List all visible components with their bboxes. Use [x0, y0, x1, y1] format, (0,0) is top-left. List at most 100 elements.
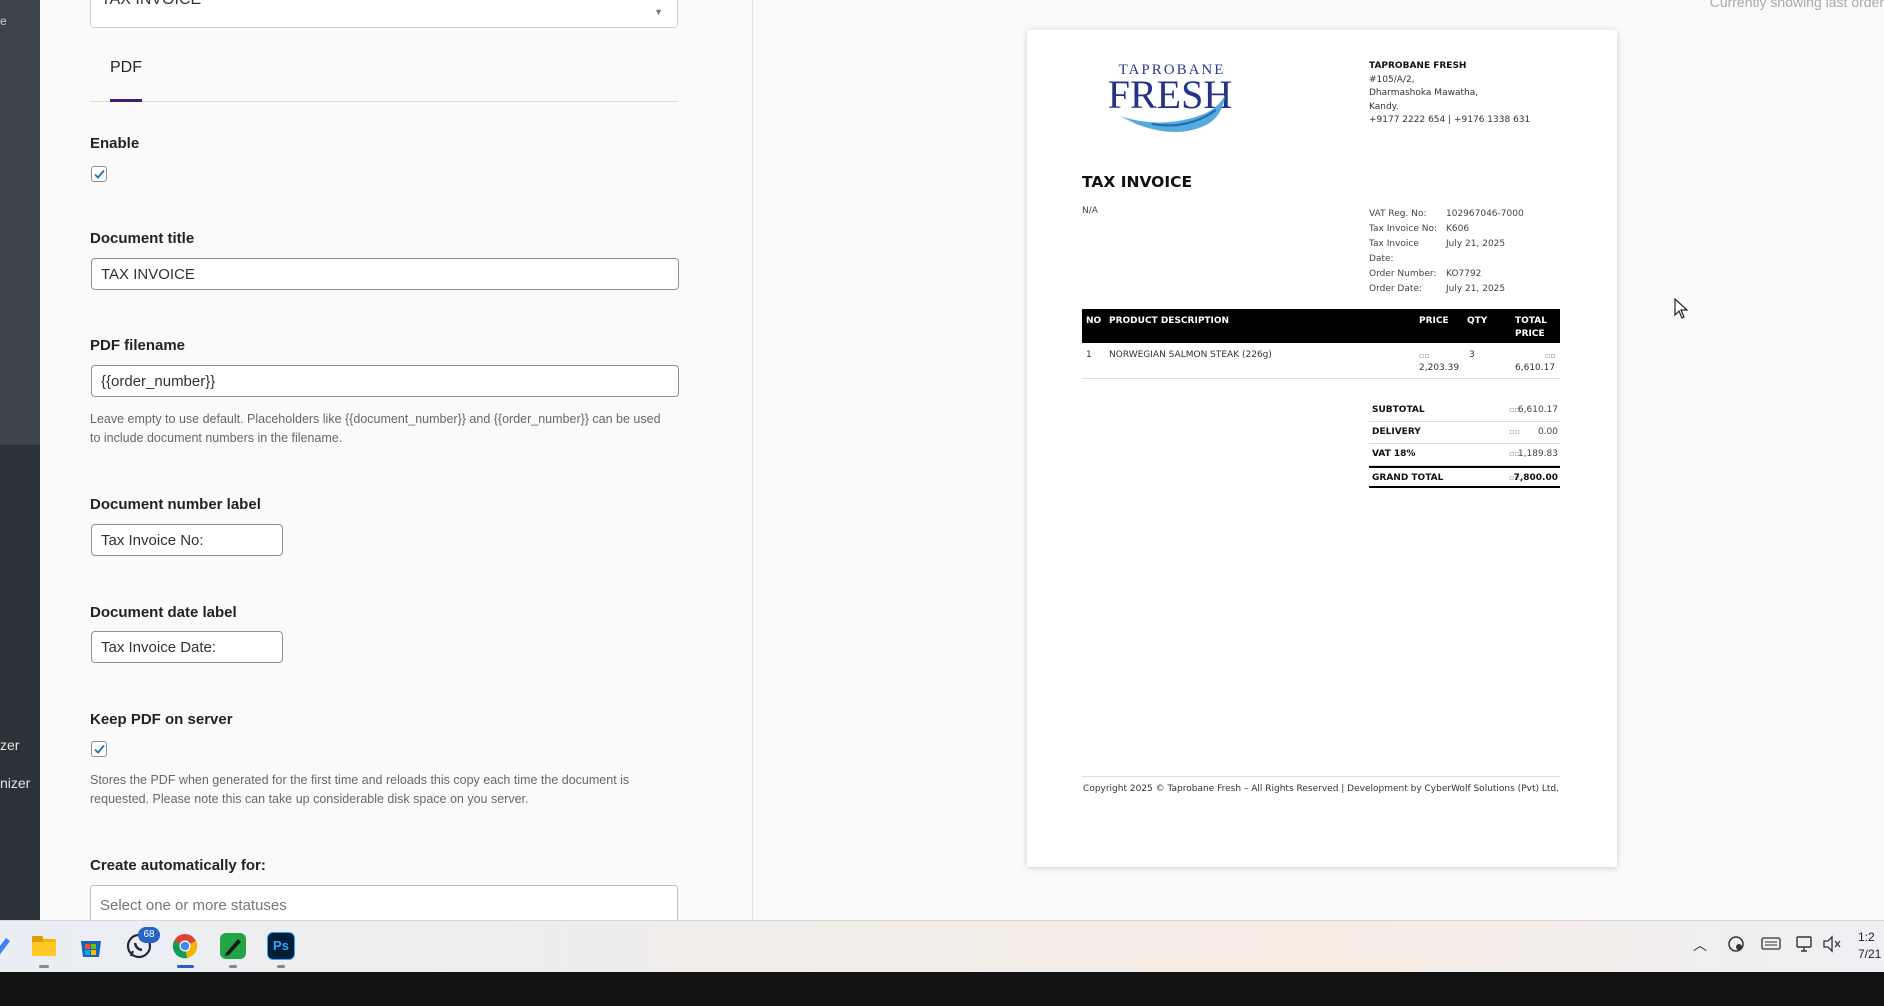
- sidebar-top-item[interactable]: e: [0, 14, 7, 28]
- pdf-filename-label: PDF filename: [90, 337, 186, 354]
- keep-pdf-label: Keep PDF on server: [90, 711, 233, 728]
- item-total-currency: ▫▫: [1545, 351, 1556, 360]
- microsoft-store-icon[interactable]: [77, 932, 105, 960]
- tab-pdf[interactable]: PDF: [110, 56, 142, 102]
- sidebar-upper-block: [0, 0, 40, 445]
- meta-row: Order Date: July 21, 2025: [1369, 282, 1524, 297]
- meta-row: Order Number: KO7792: [1369, 267, 1524, 282]
- totals-value: 1,189.83: [1517, 449, 1558, 459]
- photoshop-icon[interactable]: Ps: [267, 932, 295, 960]
- meta-key: VAT Reg. No:: [1369, 209, 1427, 219]
- address-line: #105/A/2,: [1369, 74, 1415, 85]
- invoice-title: TAX INVOICE: [1082, 173, 1193, 191]
- meta-key: Order Date:: [1369, 284, 1422, 294]
- footer-divider: [1082, 776, 1560, 777]
- running-indicator: [277, 965, 285, 968]
- invoice-page: TAPROBANE FRESH TAPROBANE FRESH #105/A/2…: [1027, 30, 1617, 867]
- document-date-label-input[interactable]: [91, 631, 283, 663]
- totals-key: SUBTOTAL: [1372, 405, 1425, 415]
- running-indicator: [39, 965, 49, 968]
- screen: e zer nizer TAX INVOICE ▼ PDF Enable Doc…: [0, 0, 1884, 1006]
- sidebar-item-image-optimizer[interactable]: nizer: [0, 775, 30, 791]
- taskbar: 68 Ps ︿ 1:2 7/21: [0, 920, 1884, 972]
- system-clock[interactable]: 1:2 7/21: [1858, 929, 1884, 963]
- totals-row-grand: GRAND TOTAL ▫▫ 7,800.00: [1369, 466, 1560, 488]
- document-title-label: Document title: [90, 230, 195, 247]
- active-window-indicator: [177, 965, 194, 968]
- pen-icon[interactable]: [0, 932, 12, 960]
- running-indicator: [229, 965, 237, 968]
- pencil-app-icon[interactable]: [219, 932, 247, 960]
- totals-value: 6,610.17: [1517, 405, 1558, 415]
- enable-label: Enable: [90, 135, 140, 152]
- meta-value: July 21, 2025: [1446, 284, 1506, 294]
- mouse-cursor-icon: [1674, 298, 1689, 319]
- checkmark-icon: [94, 744, 105, 754]
- pdf-filename-help-line-2: to include document numbers in the filen…: [90, 431, 343, 445]
- keep-pdf-help: Stores the PDF when generated for the fi…: [90, 771, 680, 809]
- meta-value: KO7792: [1446, 269, 1482, 279]
- status-multiselect[interactable]: Select one or more statuses: [90, 885, 678, 920]
- clock-date: 7/21: [1858, 947, 1882, 961]
- totals-row: DELIVERY ▫▫ 0.00: [1369, 422, 1560, 444]
- company-name: TAPROBANE FRESH: [1369, 61, 1467, 71]
- address-line: Kandy.: [1369, 101, 1399, 112]
- file-explorer-icon[interactable]: [30, 932, 58, 960]
- keep-pdf-help-line-2: requested. Please note this can take up …: [90, 792, 529, 806]
- admin-sidebar: e zer nizer: [0, 0, 40, 920]
- document-title-input[interactable]: [91, 258, 679, 290]
- totals-value: 0.00: [1537, 427, 1558, 437]
- keyboard-icon[interactable]: [1761, 935, 1781, 951]
- currency-glyph: ▫▫: [1509, 427, 1520, 436]
- address-line: +9177 2222 654 | +9176 1338 631: [1369, 115, 1531, 125]
- settings-tabs: PDF: [90, 56, 678, 102]
- meta-key: Tax Invoice No:: [1369, 224, 1438, 234]
- table-row: 1 NORWEGIAN SALMON STEAK (226g) ▫▫ 2,203…: [1082, 343, 1560, 379]
- meta-row: Tax Invoice No: K606: [1369, 222, 1524, 237]
- network-icon[interactable]: [1795, 935, 1815, 953]
- invoice-preview-area: Currently showing last order TAPROBANE F…: [754, 0, 1884, 920]
- header-qty: QTY: [1467, 316, 1488, 326]
- screen-bezel: [0, 972, 1884, 1006]
- item-description: NORWEGIAN SALMON STEAK (226g): [1109, 350, 1272, 360]
- pdf-filename-input[interactable]: [91, 365, 679, 397]
- table-header: NO PRODUCT DESCRIPTION PRICE QTY TOTAL P…: [1082, 309, 1560, 343]
- chrome-icon[interactable]: [171, 932, 199, 960]
- meta-value: July 21, 2025: [1446, 239, 1506, 249]
- meta-key: Tax Invoice Date:: [1369, 239, 1419, 264]
- item-no: 1: [1086, 350, 1092, 360]
- totals-row: SUBTOTAL ▫▫ 6,610.17: [1369, 400, 1560, 422]
- item-price-currency: ▫▫: [1419, 351, 1430, 360]
- document-date-label-heading: Document date label: [90, 604, 237, 621]
- totals-row: VAT 18% ▫▫ 1,189.83: [1369, 444, 1560, 466]
- totals-key: VAT 18%: [1372, 449, 1416, 459]
- chevron-down-icon: ▼: [654, 7, 663, 17]
- show-hidden-icons-chevron-icon[interactable]: ︿: [1693, 935, 1707, 955]
- document-number-label-heading: Document number label: [90, 496, 261, 513]
- settings-panel: TAX INVOICE ▼ PDF Enable Document title …: [40, 0, 753, 920]
- volume-muted-icon[interactable]: [1822, 935, 1842, 953]
- items-table: NO PRODUCT DESCRIPTION PRICE QTY TOTAL P…: [1082, 309, 1560, 379]
- header-total-line-2: PRICE: [1515, 329, 1545, 339]
- document-type-select[interactable]: TAX INVOICE ▼: [90, 0, 678, 28]
- clock-time: 1:2: [1858, 930, 1875, 944]
- billing-address: N/A: [1082, 206, 1098, 216]
- keep-pdf-checkbox[interactable]: [91, 741, 107, 757]
- cloud-sync-icon[interactable]: [1727, 935, 1745, 953]
- taprobane-fresh-logo: TAPROBANE FRESH: [1108, 62, 1232, 132]
- enable-checkbox[interactable]: [91, 166, 107, 182]
- checkmark-icon: [94, 169, 105, 179]
- header-total-line-1: TOTAL: [1515, 316, 1547, 326]
- item-price: 2,203.39: [1419, 363, 1460, 373]
- header-price: PRICE: [1419, 316, 1449, 326]
- meta-value: K606: [1446, 224, 1470, 234]
- totals-key: GRAND TOTAL: [1372, 473, 1444, 483]
- address-line: Dharmashoka Mawatha,: [1369, 88, 1479, 98]
- whatsapp-badge: 68: [138, 927, 160, 943]
- grand-total-value: 7,800.00: [1513, 473, 1558, 483]
- pdf-filename-help: Leave empty to use default. Placeholders…: [90, 410, 680, 448]
- item-qty: 3: [1469, 350, 1475, 360]
- sidebar-item-optimizer[interactable]: zer: [0, 737, 19, 753]
- document-number-label-input[interactable]: [91, 524, 283, 556]
- meta-key: Order Number:: [1369, 269, 1437, 279]
